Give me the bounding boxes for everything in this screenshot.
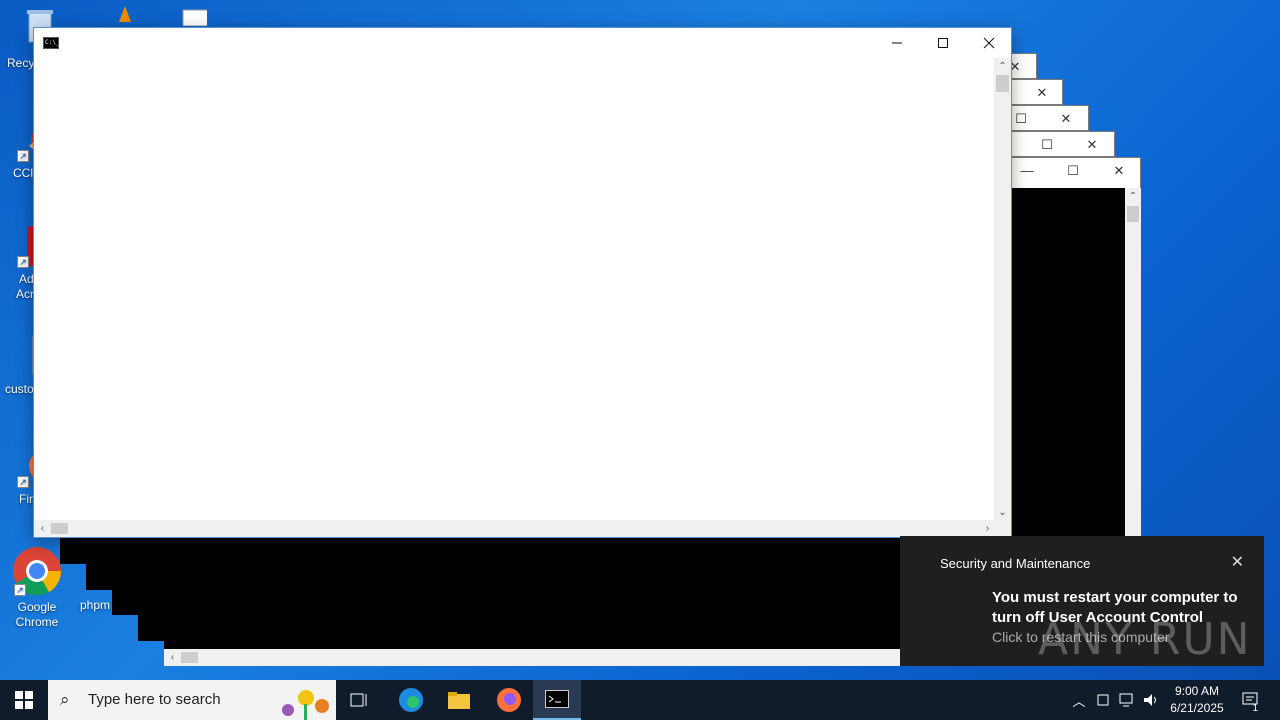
tray-network[interactable]: [1116, 680, 1138, 720]
show-hidden-icons-button[interactable]: ︿: [1068, 680, 1090, 720]
network-icon: [1119, 693, 1133, 707]
clock-date: 6/21/2025: [1170, 701, 1224, 715]
taskbar-cmd[interactable]: [533, 680, 581, 720]
desktop-icon-label: phpm: [80, 598, 111, 612]
desktop-icon-vlc[interactable]: [76, 4, 146, 28]
console-area: [1012, 188, 1125, 538]
scrollbar-thumb[interactable]: [1127, 206, 1139, 222]
console-area: [164, 538, 904, 649]
horizontal-scrollbar[interactable]: ‹ ›: [34, 520, 996, 537]
minimize-icon[interactable]: —: [1012, 158, 1042, 184]
edge-icon: [399, 688, 423, 712]
desktop-icon-label: Chrome: [15, 615, 59, 629]
scroll-left-icon[interactable]: ‹: [164, 649, 181, 666]
desktop-icon-label: Google: [17, 600, 57, 614]
vertical-scrollbar[interactable]: ⌃ ⌄: [994, 58, 1011, 521]
minimize-icon: [892, 42, 902, 44]
taskbar: ⌕ Type here to search ︿ 9:00 AM 6/21/202…: [0, 680, 1280, 720]
background-cmd-window-6[interactable]: ‹: [164, 538, 904, 666]
shortcut-arrow-icon: ↗: [17, 256, 29, 268]
taskbar-file-explorer[interactable]: [435, 680, 483, 720]
cmd-icon: [545, 690, 569, 708]
vlc-cone-icon: [89, 4, 133, 24]
device-icon: [1097, 694, 1109, 706]
close-icon[interactable]: ✕: [1077, 132, 1107, 158]
speaker-icon: [1144, 694, 1156, 706]
start-button[interactable]: [0, 680, 48, 720]
minimize-button[interactable]: [874, 28, 920, 58]
close-icon[interactable]: ✕: [1231, 552, 1244, 572]
background-cmd-console-3: [112, 538, 138, 615]
task-view-button[interactable]: [336, 680, 384, 720]
maximize-button[interactable]: [920, 28, 966, 58]
clock-time: 9:00 AM: [1174, 684, 1220, 698]
scrollbar-thumb[interactable]: [181, 652, 198, 663]
notification-icon: [1242, 692, 1258, 705]
search-placeholder: Type here to search: [88, 691, 221, 708]
cmd-icon: C:\_: [43, 37, 59, 49]
taskbar-firefox[interactable]: [485, 680, 533, 720]
close-button[interactable]: [966, 28, 1012, 58]
action-center-button[interactable]: 1: [1236, 680, 1266, 720]
desktop-icon-phpmyadmin[interactable]: phpm: [80, 598, 110, 612]
search-highlight-flowers-icon: [282, 690, 329, 720]
watermark: ANY RUN: [1038, 614, 1252, 665]
scrollbar-thumb[interactable]: [51, 523, 68, 534]
close-icon: [983, 37, 995, 49]
tray-device[interactable]: [1092, 680, 1114, 720]
background-cmd-console-1: [60, 538, 86, 564]
task-view-icon: [350, 693, 367, 707]
scrollbar-corner: [994, 520, 1011, 537]
console-area[interactable]: [34, 58, 996, 521]
close-icon[interactable]: ✕: [1104, 158, 1134, 184]
system-clock[interactable]: 9:00 AM 6/21/2025: [1160, 683, 1234, 717]
taskbar-search-box[interactable]: ⌕ Type here to search: [48, 680, 336, 720]
horizontal-scrollbar[interactable]: ‹: [164, 649, 904, 666]
tray-volume[interactable]: [1140, 680, 1162, 720]
scroll-up-icon[interactable]: ⌃: [1125, 188, 1141, 205]
document-icon: [163, 6, 216, 27]
close-icon[interactable]: ✕: [1027, 80, 1057, 106]
chrome-icon: ↗: [12, 546, 62, 596]
scroll-left-icon[interactable]: ‹: [34, 520, 51, 537]
shortcut-arrow-icon: ↗: [17, 476, 29, 488]
title-bar[interactable]: C:\_: [34, 28, 1011, 58]
background-cmd-console-2: [86, 538, 112, 590]
scrollbar-thumb[interactable]: [996, 75, 1009, 92]
close-icon[interactable]: ✕: [1051, 106, 1081, 132]
background-cmd-console-4: [138, 538, 164, 641]
notification-count-badge: 1: [1252, 703, 1258, 714]
search-icon: ⌕: [60, 690, 70, 709]
maximize-icon: [938, 38, 948, 48]
chevron-up-icon: ︿: [1072, 693, 1086, 709]
shortcut-arrow-icon: ↗: [17, 150, 29, 162]
vertical-scrollbar[interactable]: ⌃: [1125, 188, 1141, 538]
scroll-down-icon[interactable]: ⌄: [994, 504, 1011, 521]
maximize-icon[interactable]: ☐: [1058, 158, 1088, 184]
scroll-up-icon[interactable]: ⌃: [994, 58, 1011, 75]
maximize-icon[interactable]: ☐: [1032, 132, 1062, 158]
folder-icon: [448, 692, 470, 709]
shortcut-arrow-icon: ↗: [14, 584, 26, 596]
background-cmd-window-3[interactable]: ☐ ✕: [1000, 105, 1089, 131]
background-cmd-window-4[interactable]: ☐ ✕: [1000, 131, 1115, 157]
firefox-icon: [497, 688, 521, 712]
toast-app-name: Security and Maintenance: [940, 556, 1091, 571]
windows-logo-icon: [15, 691, 33, 709]
taskbar-edge[interactable]: [387, 680, 435, 720]
cmd-window[interactable]: C:\_ ⌃ ⌄ ‹ ›: [33, 27, 1012, 538]
background-cmd-window-5[interactable]: — ☐ ✕ ⌃: [1000, 157, 1141, 538]
